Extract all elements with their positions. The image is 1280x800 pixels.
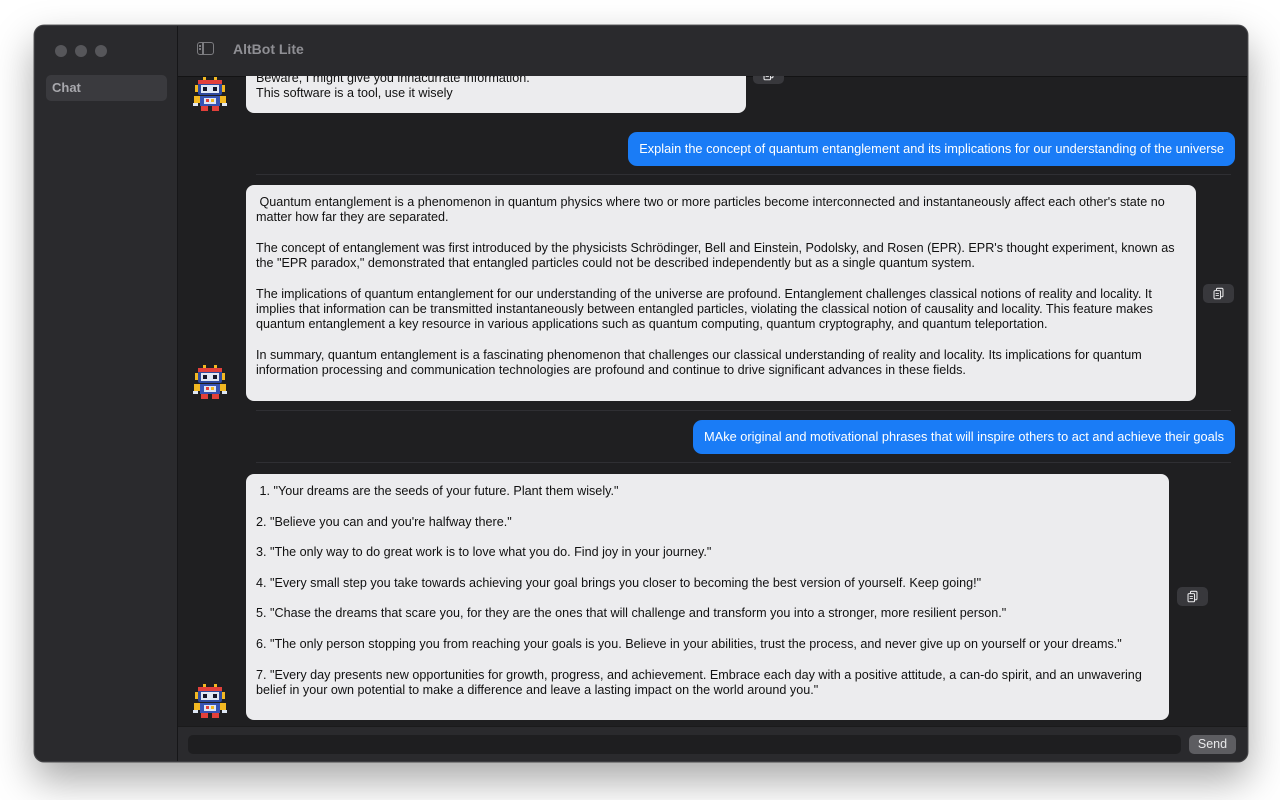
bot-message: Beware, I might give you innacurrate inf…: [246, 76, 746, 113]
app-title: AltBot Lite: [233, 41, 304, 57]
copy-icon[interactable]: [753, 76, 784, 84]
zoom-window-button[interactable]: [95, 45, 107, 57]
chat-transcript[interactable]: Beware, I might give you innacurrate inf…: [178, 76, 1247, 727]
copy-icon[interactable]: [1203, 284, 1234, 303]
window-controls: [55, 45, 107, 57]
message-divider: [256, 174, 1231, 175]
message-divider: [256, 462, 1231, 463]
send-button[interactable]: Send: [1189, 735, 1236, 754]
copy-icon[interactable]: [1177, 587, 1208, 606]
user-message: MAke original and motivational phrases t…: [693, 420, 1235, 454]
sidebar-item-chat[interactable]: Chat: [46, 75, 167, 101]
sidebar: Chat: [35, 26, 178, 761]
main-pane: AltBot Lite Beware, I might give you inn…: [178, 26, 1247, 761]
title-bar: AltBot Lite: [178, 26, 1247, 77]
robot-avatar-icon: [192, 364, 228, 400]
composer-bar: Send: [178, 726, 1247, 761]
robot-avatar-icon: [192, 683, 228, 719]
sidebar-toggle-icon[interactable]: [197, 42, 214, 55]
message-input[interactable]: [188, 735, 1181, 754]
robot-avatar-icon: [192, 76, 228, 112]
bot-message: Quantum entanglement is a phenomenon in …: [246, 185, 1196, 401]
close-window-button[interactable]: [55, 45, 67, 57]
minimize-window-button[interactable]: [75, 45, 87, 57]
app-window: Chat AltBot Lite Beware, I might give yo…: [34, 25, 1248, 762]
message-divider: [256, 410, 1231, 411]
user-message: Explain the concept of quantum entanglem…: [628, 132, 1235, 166]
bot-message: 1. "Your dreams are the seeds of your fu…: [246, 474, 1169, 720]
